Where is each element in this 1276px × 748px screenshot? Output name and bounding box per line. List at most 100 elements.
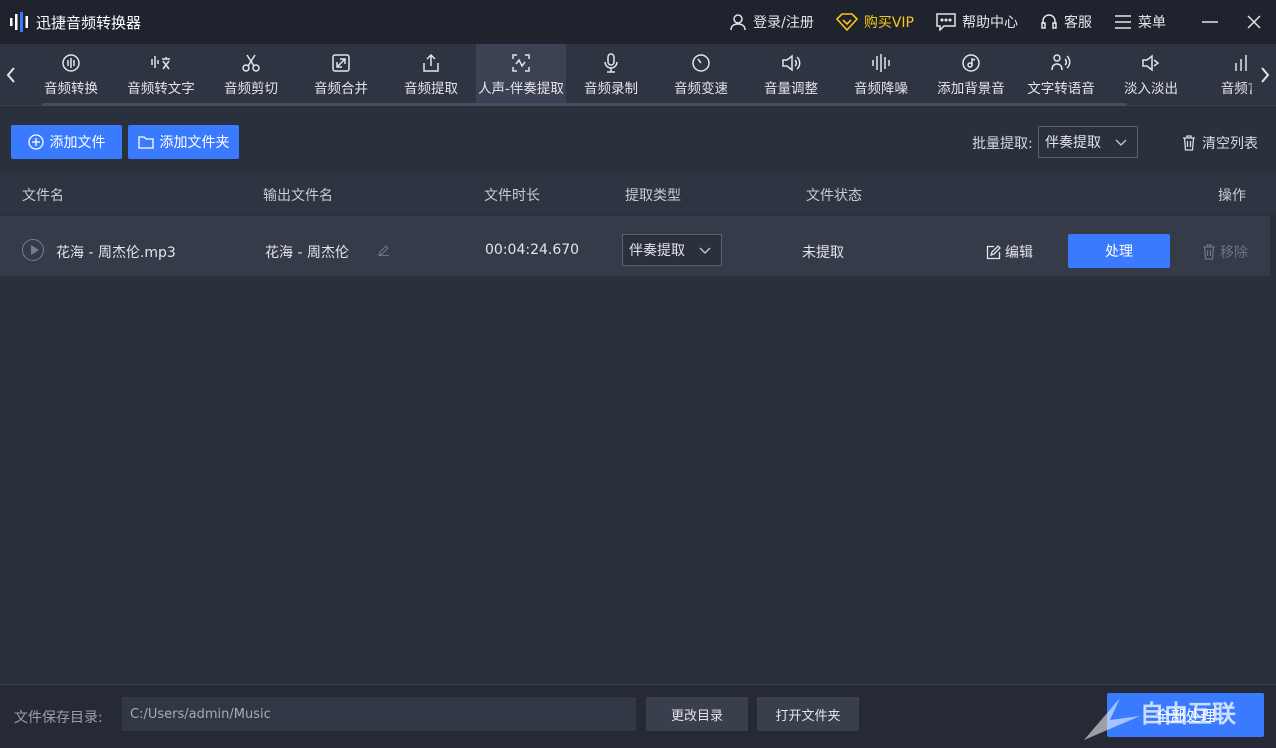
save-dir-label: 文件保存目录: xyxy=(14,710,103,726)
play-icon[interactable] xyxy=(22,239,44,261)
chevron-left-icon xyxy=(6,67,15,83)
header-duration: 文件时长 xyxy=(484,188,540,204)
batch-extract-select[interactable]: 伴奏提取 xyxy=(1038,126,1138,158)
row-status: 未提取 xyxy=(802,245,844,261)
batch-extract-value: 伴奏提取 xyxy=(1045,135,1101,151)
buy-vip-label: 购买VIP xyxy=(863,15,914,31)
tool-denoise[interactable]: 音频降噪 xyxy=(836,44,926,106)
customer-service-button[interactable]: 客服 xyxy=(1040,12,1092,32)
plus-circle-icon xyxy=(27,134,44,150)
header-output-name: 输出文件名 xyxy=(263,188,333,204)
fade-icon xyxy=(1142,54,1160,72)
menu-button[interactable]: 菜单 xyxy=(1114,12,1166,32)
login-button[interactable]: 登录/注册 xyxy=(729,12,814,32)
process-all-label: 全部处理 xyxy=(1155,706,1216,725)
background-music-icon xyxy=(962,54,980,72)
pencil-icon[interactable] xyxy=(378,244,390,256)
scissors-icon xyxy=(242,54,260,72)
tool-list: 音频转换 音频转文字 音频剪切 音频合并 音频提取 人声-伴奏提取 音频录制 音… xyxy=(26,44,1252,106)
audio-bars-icon xyxy=(1235,55,1247,71)
user-icon xyxy=(730,14,746,31)
process-button[interactable]: 处理 xyxy=(1068,234,1170,268)
row-output-name[interactable]: 花海 - 周杰伦 xyxy=(265,242,349,262)
buy-vip-button[interactable]: 购买VIP xyxy=(835,12,914,32)
tool-audio-to-text[interactable]: 音频转文字 xyxy=(116,44,206,106)
folder-icon xyxy=(137,136,154,149)
add-file-button[interactable]: 添加文件 xyxy=(11,125,122,159)
minimize-button[interactable] xyxy=(1188,0,1232,44)
header-filename: 文件名 xyxy=(22,188,64,204)
minimize-icon xyxy=(1202,21,1218,23)
remove-label: 移除 xyxy=(1220,245,1248,261)
edit-label: 编辑 xyxy=(1005,245,1033,261)
tool-label: 音量调整 xyxy=(764,81,818,97)
microphone-icon xyxy=(604,53,618,73)
tool-vocal-extract[interactable]: 人声-伴奏提取 xyxy=(476,44,566,106)
edit-icon xyxy=(986,244,1001,259)
open-folder-button[interactable]: 打开文件夹 xyxy=(757,697,859,731)
denoise-icon xyxy=(872,54,890,72)
tool-add-background-music[interactable]: 添加背景音 xyxy=(926,44,1016,106)
action-row: 添加文件 添加文件夹 批量提取: 伴奏提取 清空列表 xyxy=(0,115,1276,169)
tool-label: 音频言 xyxy=(1220,81,1252,97)
add-folder-button[interactable]: 添加文件夹 xyxy=(128,125,239,159)
waveform-logo-icon xyxy=(6,8,34,36)
row-duration: 00:04:24.670 xyxy=(485,242,580,258)
chevron-down-icon xyxy=(1115,139,1127,146)
save-path-input[interactable] xyxy=(122,697,636,731)
hamburger-icon xyxy=(1115,15,1131,29)
login-label: 登录/注册 xyxy=(753,15,814,31)
trash-icon xyxy=(1203,244,1215,260)
tool-volume-adjust[interactable]: 音量调整 xyxy=(746,44,836,106)
help-center-label: 帮助中心 xyxy=(962,15,1018,31)
tool-audio-record[interactable]: 音频录制 xyxy=(566,44,656,106)
row-filename: 花海 - 周杰伦.mp3 xyxy=(56,245,176,261)
close-button[interactable] xyxy=(1232,0,1276,44)
change-dir-label: 更改目录 xyxy=(670,708,723,724)
speed-icon xyxy=(692,54,710,72)
add-file-label: 添加文件 xyxy=(49,135,106,151)
tool-audio-cut[interactable]: 音频剪切 xyxy=(206,44,296,106)
chat-bubble-icon xyxy=(936,13,956,31)
process-label: 处理 xyxy=(1105,244,1133,260)
chevron-down-icon xyxy=(699,247,711,254)
change-dir-button[interactable]: 更改目录 xyxy=(646,697,748,731)
tool-fade[interactable]: 淡入淡出 xyxy=(1106,44,1196,106)
row-extract-type-select[interactable]: 伴奏提取 xyxy=(622,234,722,266)
header-operations: 操作 xyxy=(1218,188,1246,204)
title-bar: 迅捷音频转换器 登录/注册 购买VIP 帮助中心 客服 菜单 xyxy=(0,0,1276,44)
tool-audio-extract[interactable]: 音频提取 xyxy=(386,44,476,106)
tool-audio-speed[interactable]: 音频变速 xyxy=(656,44,746,106)
edit-button[interactable]: 编辑 xyxy=(986,242,1033,262)
toolbar-scroll-right[interactable] xyxy=(1254,44,1276,106)
table-row: 花海 - 周杰伦.mp3 花海 - 周杰伦 00:04:24.670 伴奏提取 … xyxy=(0,216,1270,276)
toolbar-scrollbar[interactable] xyxy=(42,103,1127,106)
header-status: 文件状态 xyxy=(806,188,862,204)
tool-label: 文字转语音 xyxy=(1027,81,1095,97)
clear-list-label: 清空列表 xyxy=(1202,136,1258,152)
help-center-button[interactable]: 帮助中心 xyxy=(936,12,1018,32)
tool-label: 音频转文字 xyxy=(127,81,195,97)
audio-convert-icon xyxy=(62,54,80,72)
open-folder-label: 打开文件夹 xyxy=(775,708,841,724)
clear-list-button[interactable]: 清空列表 xyxy=(1182,133,1258,153)
tool-bar: 音频转换 音频转文字 音频剪切 音频合并 音频提取 人声-伴奏提取 音频录制 音… xyxy=(0,44,1276,106)
tool-audio-more[interactable]: 音频言 xyxy=(1196,44,1252,106)
tool-label: 音频变速 xyxy=(674,81,728,97)
tool-label: 音频录制 xyxy=(584,81,638,97)
app-title: 迅捷音频转换器 xyxy=(36,13,142,32)
tool-label: 音频剪切 xyxy=(224,81,278,97)
tool-audio-merge[interactable]: 音频合并 xyxy=(296,44,386,106)
batch-extract-label: 批量提取: xyxy=(972,136,1033,152)
extract-icon xyxy=(423,53,439,72)
remove-button[interactable]: 移除 xyxy=(1202,242,1248,262)
process-all-button[interactable]: 全部处理 xyxy=(1107,693,1264,737)
add-folder-label: 添加文件夹 xyxy=(159,135,230,151)
menu-label: 菜单 xyxy=(1138,15,1166,31)
header-extract-type: 提取类型 xyxy=(625,188,681,204)
toolbar-scroll-left[interactable] xyxy=(0,44,22,106)
tool-label: 音频降噪 xyxy=(854,81,908,97)
tool-label: 添加背景音 xyxy=(937,81,1005,97)
tool-audio-convert[interactable]: 音频转换 xyxy=(26,44,116,106)
tool-text-to-speech[interactable]: 文字转语音 xyxy=(1016,44,1106,106)
